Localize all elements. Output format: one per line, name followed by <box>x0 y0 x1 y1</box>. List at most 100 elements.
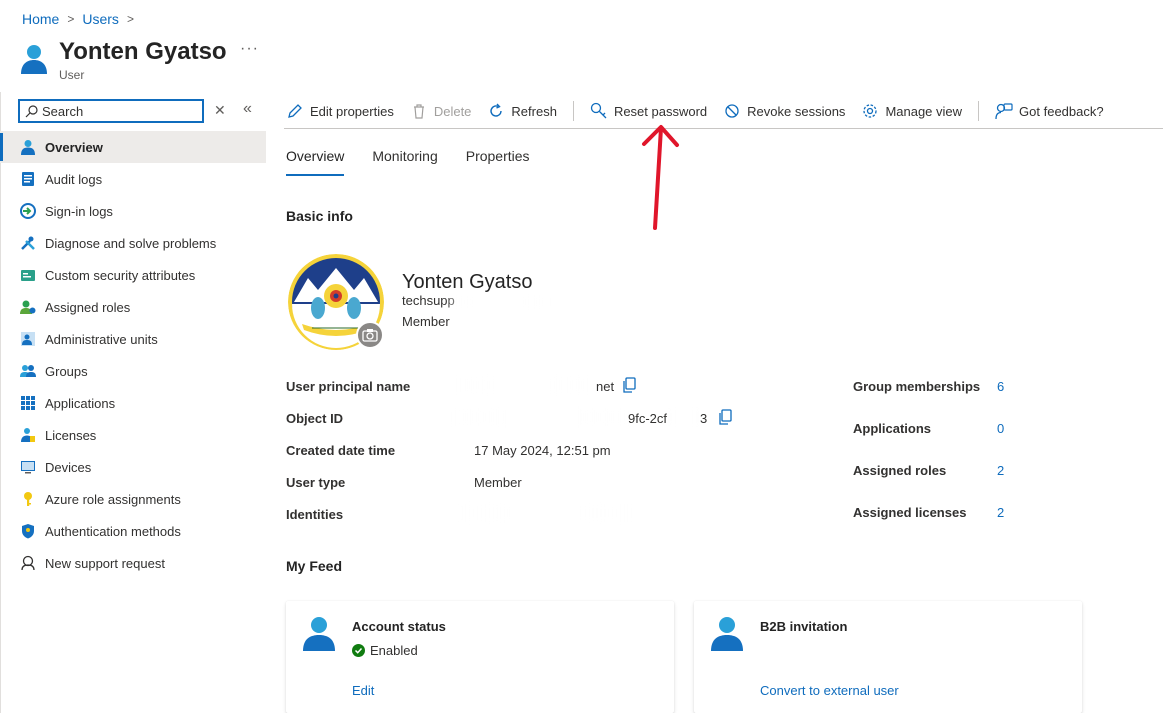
created-value: 17 May 2024, 12:51 pm <box>474 443 611 458</box>
sidebar-item-sign-in-logs[interactable]: Sign-in logs <box>0 195 266 227</box>
profile-email-visible: techsupp <box>402 293 455 308</box>
key-search-icon <box>590 102 608 120</box>
sidebar-item-admin-units[interactable]: Administrative units <box>0 323 266 355</box>
sidebar-item-support[interactable]: New support request <box>0 547 266 579</box>
refresh-button[interactable]: Refresh <box>487 102 557 120</box>
refresh-icon <box>487 102 505 120</box>
breadcrumb-home[interactable]: Home <box>22 11 59 27</box>
b2b-invitation-card: B2B invitation Convert to external user <box>694 601 1082 713</box>
edit-account-status-link[interactable]: Edit <box>352 683 374 698</box>
sidebar-item-audit-logs[interactable]: Audit logs <box>0 163 266 195</box>
gear-icon <box>861 102 879 120</box>
camera-icon <box>362 329 378 342</box>
sidebar-item-label: Devices <box>45 459 92 475</box>
sidebar-item-label: Sign-in logs <box>45 203 113 219</box>
applications-count[interactable]: 0 <box>997 421 1004 436</box>
edit-properties-label: Edit properties <box>310 103 394 119</box>
tab-overview[interactable]: Overview <box>286 148 345 176</box>
tab-monitoring[interactable]: Monitoring <box>372 148 437 176</box>
breadcrumb-users[interactable]: Users <box>82 11 119 27</box>
assigned-licenses-count[interactable]: 2 <box>997 505 1004 520</box>
sidebar-item-label: Applications <box>45 395 116 411</box>
delete-label: Delete <box>433 103 472 119</box>
sidebar-item-label: Overview <box>45 139 103 155</box>
copy-icon[interactable] <box>621 377 637 393</box>
sidebar-search[interactable] <box>18 99 204 123</box>
sidebar-item-overview[interactable]: Overview <box>0 131 266 163</box>
b2b-invitation-title: B2B invitation <box>760 619 848 634</box>
manage-view-button[interactable]: Manage view <box>861 102 962 120</box>
redaction-blur <box>448 295 548 309</box>
profile-role: Member <box>402 314 450 329</box>
account-status-value: Enabled <box>370 643 418 658</box>
toolbar-divider <box>572 101 574 121</box>
copy-icon[interactable] <box>717 409 733 425</box>
edit-properties-button[interactable]: Edit properties <box>286 102 394 120</box>
check-circle-icon <box>352 644 365 657</box>
profile-name: Yonten Gyatso <box>402 271 533 293</box>
more-options-button[interactable]: ··· <box>240 40 259 58</box>
attributes-icon <box>20 267 36 283</box>
sign-in-icon <box>20 203 36 219</box>
delete-button[interactable]: Delete <box>410 102 472 120</box>
sidebar-item-diagnose[interactable]: Diagnose and solve problems <box>0 227 266 259</box>
sidebar-item-custom-security[interactable]: Custom security attributes <box>0 259 266 291</box>
support-icon <box>20 555 36 571</box>
key-icon <box>20 491 36 507</box>
sidebar-item-devices[interactable]: Devices <box>0 451 266 483</box>
applications-label: Applications <box>853 421 932 436</box>
command-bar: Edit properties Delete Refresh Reset pas… <box>286 98 1120 124</box>
group-memberships-count[interactable]: 6 <box>997 379 1004 394</box>
sidebar-item-assigned-roles[interactable]: Assigned roles <box>0 291 266 323</box>
sidebar-item-label: New support request <box>45 555 165 571</box>
search-input[interactable] <box>42 103 192 119</box>
trash-icon <box>410 102 428 120</box>
search-icon <box>25 104 38 117</box>
revoke-sessions-button[interactable]: Revoke sessions <box>723 102 845 120</box>
device-icon <box>20 459 36 475</box>
redaction-blur <box>452 376 592 394</box>
sidebar-item-label: Audit logs <box>45 171 103 187</box>
groups-icon <box>20 363 36 379</box>
shield-icon <box>20 523 36 539</box>
sidebar-item-label: Groups <box>45 363 88 379</box>
sidebar-item-label: Custom security attributes <box>45 267 196 283</box>
sidebar-item-azure-roles[interactable]: Azure role assignments <box>0 483 266 515</box>
account-status-title: Account status <box>352 619 446 634</box>
upn-label: User principal name <box>286 379 411 394</box>
admin-units-icon <box>20 331 36 347</box>
change-photo-button[interactable] <box>356 321 384 349</box>
redaction-blur <box>668 408 700 426</box>
manage-view-label: Manage view <box>885 103 963 119</box>
convert-external-user-link[interactable]: Convert to external user <box>760 683 899 698</box>
user-icon <box>21 45 47 74</box>
group-memberships-label: Group memberships <box>853 379 981 394</box>
feedback-button[interactable]: Got feedback? <box>995 102 1104 120</box>
sidebar-item-licenses[interactable]: Licenses <box>0 419 266 451</box>
tab-bar: Overview Monitoring Properties <box>286 148 558 176</box>
sidebar-item-applications[interactable]: Applications <box>0 387 266 419</box>
sidebar-item-auth-methods[interactable]: Authentication methods <box>0 515 266 547</box>
upn-value: net <box>596 379 615 394</box>
object-id-value-part: 9fc-2cf <box>628 411 668 426</box>
refresh-label: Refresh <box>511 103 557 119</box>
account-status-row: Enabled <box>352 643 418 658</box>
collapse-sidebar-icon[interactable]: « <box>243 100 252 118</box>
clear-search-icon[interactable]: ✕ <box>214 102 226 119</box>
sidebar-item-label: Azure role assignments <box>45 491 181 507</box>
user-icon <box>711 617 743 651</box>
my-feed-heading: My Feed <box>286 558 343 574</box>
assigned-roles-count[interactable]: 2 <box>997 463 1004 478</box>
user-type-label: User type <box>286 475 346 490</box>
audit-log-icon <box>20 171 36 187</box>
reset-password-button[interactable]: Reset password <box>590 102 707 120</box>
pencil-icon <box>286 102 304 120</box>
feedback-label: Got feedback? <box>1019 103 1104 119</box>
tab-properties[interactable]: Properties <box>466 148 530 176</box>
roles-icon <box>20 299 36 315</box>
sidebar-item-groups[interactable]: Groups <box>0 355 266 387</box>
breadcrumb: Home > Users > <box>22 11 142 27</box>
redaction-blur <box>460 504 630 522</box>
license-icon <box>20 427 36 443</box>
revoke-sessions-label: Revoke sessions <box>747 103 846 119</box>
